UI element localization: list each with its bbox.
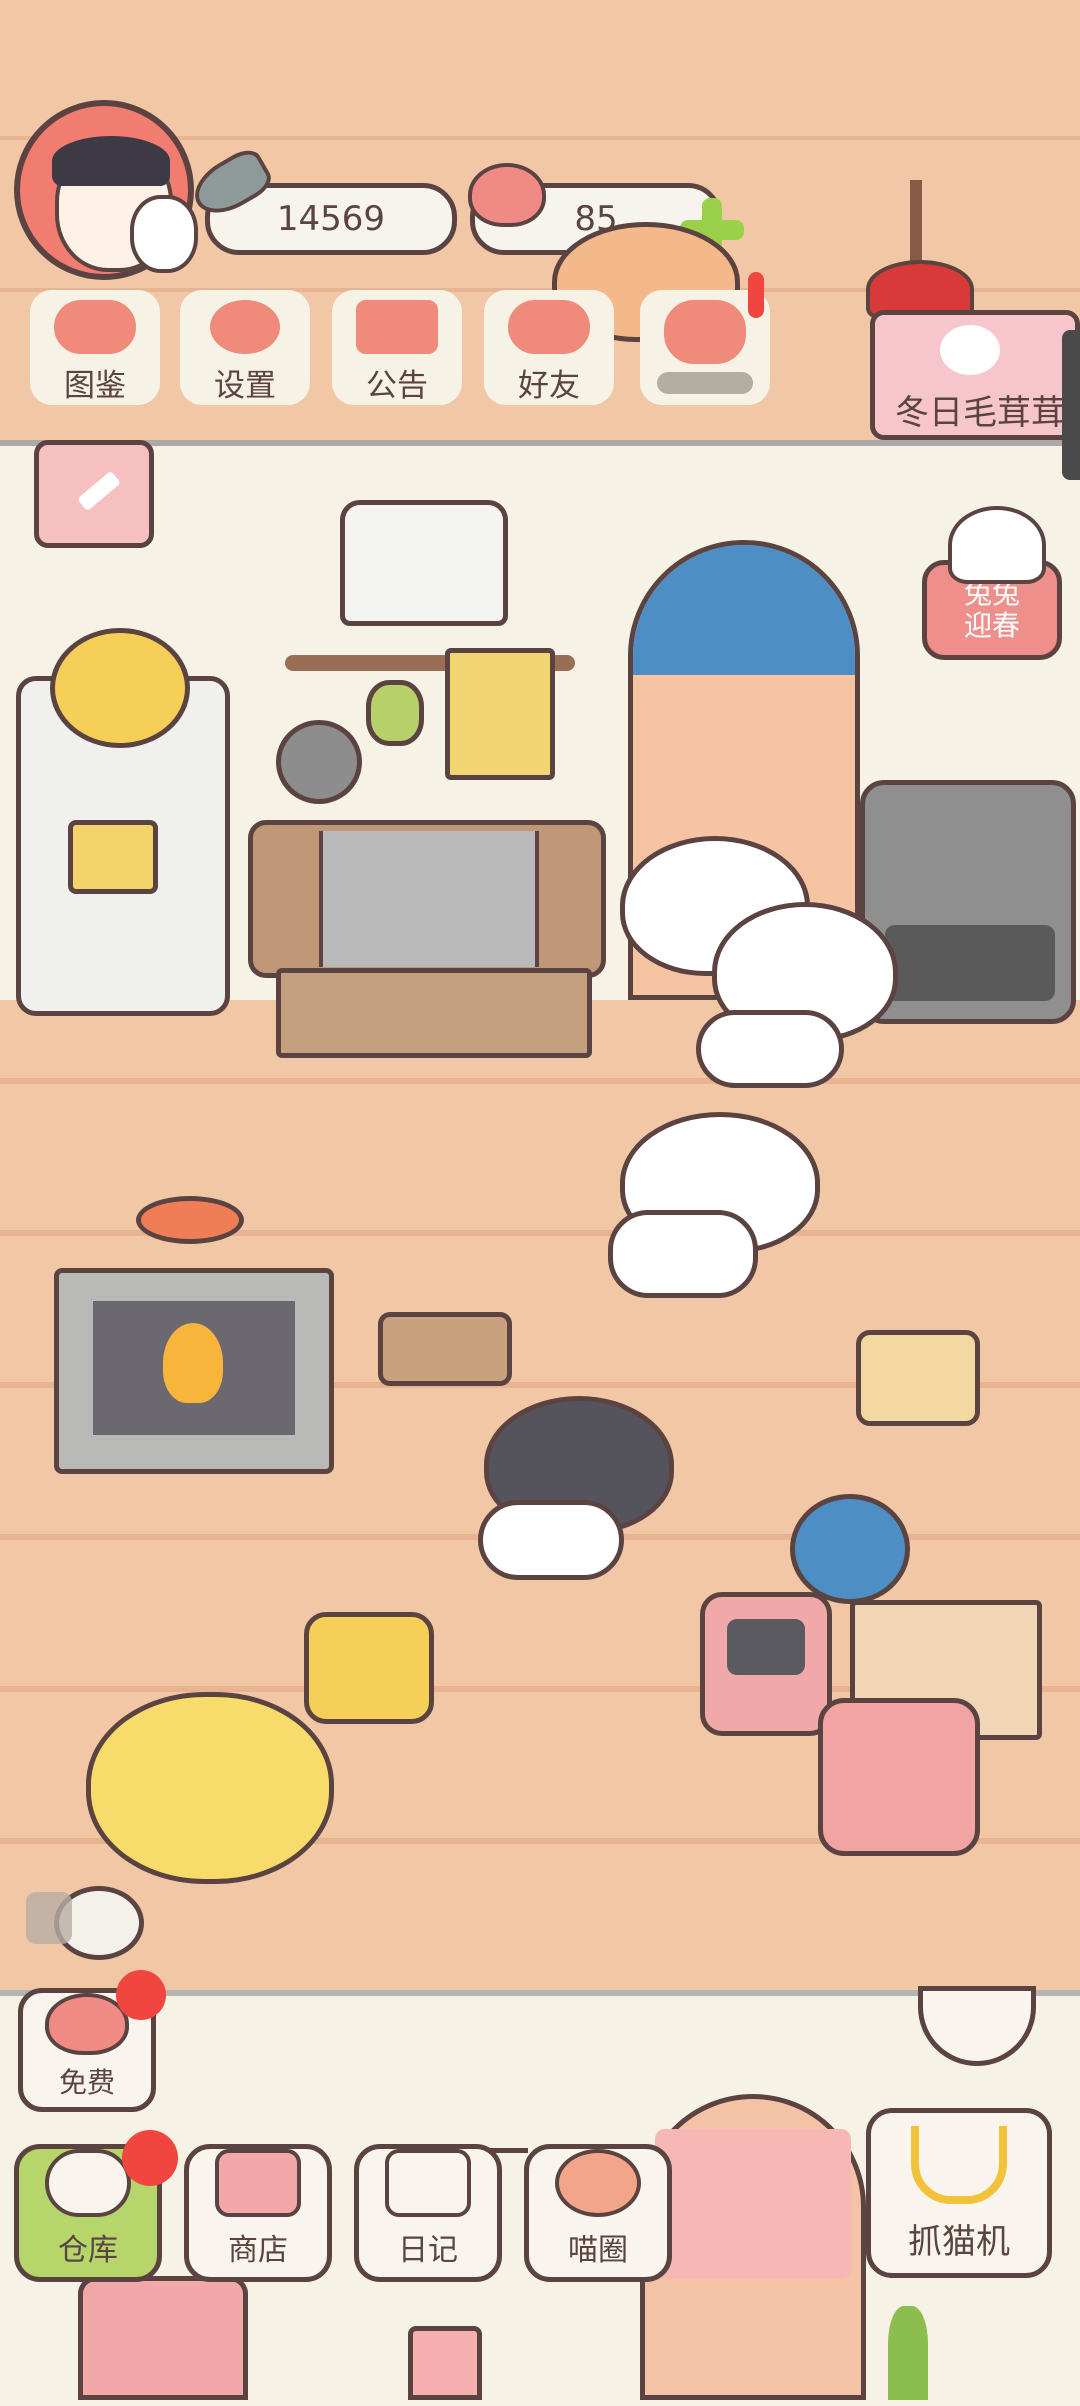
pencil-icon [77,470,121,512]
calico-cat-body [696,1010,844,1088]
range-hood [340,500,508,626]
oven-mitt [366,680,424,746]
shop-label: 商店 [228,2233,288,2268]
yellow-radio[interactable] [304,1612,434,1724]
gift-icon [356,300,438,354]
yellow-beanbag[interactable] [86,1692,334,1884]
pink-curtain [655,2129,851,2279]
pink-rice-cooker[interactable] [700,1592,832,1736]
free-notification-dot [116,1970,166,2020]
announcement-label: 公告 [366,368,428,404]
counter-table [276,968,592,1058]
cat-circle-label: 喵圈 [568,2233,628,2268]
avatar-hair [52,136,170,186]
settings-label: 设置 [214,368,276,404]
shop-button[interactable]: 商店 [184,2144,332,2282]
warehouse-icon [45,2149,131,2217]
side-toggle-handle[interactable] [26,1892,72,1944]
hearts-icon [664,300,746,364]
planet-cat-icon [555,2149,641,2217]
event-banner[interactable]: 冬日毛茸茸 [870,310,1080,440]
free-label: 免费 [58,2066,115,2099]
coin-value: 14569 [276,199,386,239]
cooker-screen [727,1619,805,1675]
announcement-button[interactable]: 公告 [332,290,462,405]
clock-bear-decoration [50,628,190,748]
rabbit-santa-icon [948,506,1046,584]
gear-icon [210,300,280,354]
catalog-button[interactable]: 图鉴 [30,290,160,405]
diary-label: 日记 [398,2233,458,2268]
friends-button[interactable]: 好友 [484,290,614,405]
white-brown-cat-body [608,1210,758,1298]
bunny-mascot [130,195,198,273]
friends-icon [508,300,590,354]
cat-face-icon [54,300,136,354]
bottom-arched-door[interactable] [640,2094,866,2400]
claw-icon [911,2126,1007,2204]
notification-exclamation-icon [748,272,764,318]
grilled-fish [136,1196,244,1244]
warehouse-label: 仓库 [58,2233,118,2268]
plant-leaf [888,2306,928,2400]
catalog-label: 图鉴 [64,368,126,404]
rice-ball-steamer[interactable] [856,1330,980,1426]
yellow-towel [445,648,555,780]
pink-cabinet [78,2276,248,2400]
cat-circle-button[interactable]: 喵圈 [524,2144,672,2282]
fridge-magnets [68,820,158,894]
heart-icon [468,163,546,227]
oven-door [885,925,1055,1001]
blue-bundle[interactable] [790,1494,910,1604]
side-scroll-handle[interactable] [1062,330,1080,480]
wooden-stool[interactable] [378,1312,512,1386]
calendar-edit-button[interactable] [34,440,154,548]
friends-label: 好友 [518,368,580,404]
diary-button[interactable]: 日记 [354,2144,502,2282]
stove-counter[interactable] [248,820,606,978]
pink-backpack[interactable] [818,1698,980,1856]
settings-button[interactable]: 设置 [180,290,310,405]
paw-icon [940,325,1000,375]
rabbit-event-line2: 迎春 [963,609,1020,642]
pencil-cup [408,2326,482,2400]
campfire-grill[interactable] [54,1268,334,1474]
diary-icon [385,2149,471,2217]
grey-white-cat-body [478,1500,624,1580]
frying-pan [276,720,362,804]
warehouse-notification-dot [122,2130,178,2186]
fire-icon [163,1323,223,1403]
noren-curtain [633,545,855,675]
event-banner-label: 冬日毛茸茸 [895,393,1065,433]
stove-top [319,831,539,967]
claw-machine-button[interactable]: 抓猫机 [866,2108,1052,2278]
shop-icon [215,2149,301,2217]
claw-machine-label: 抓猫机 [908,2222,1010,2262]
progress-bar [657,372,753,394]
